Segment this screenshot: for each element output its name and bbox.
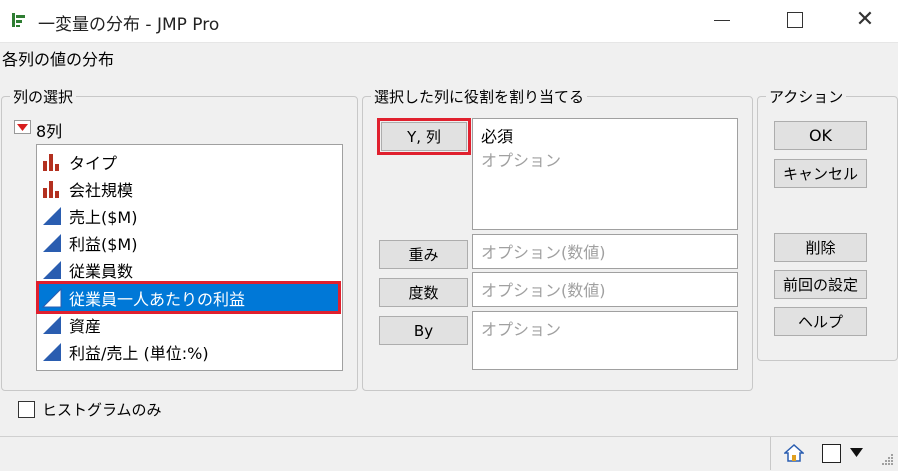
maximize-button[interactable] — [770, 0, 820, 40]
maximize-icon — [787, 12, 803, 28]
nominal-bar-icon — [43, 153, 59, 171]
frequency-dropzone[interactable]: オプション(数値) — [472, 272, 738, 307]
status-bar — [0, 436, 898, 471]
help-button[interactable]: ヘルプ — [774, 307, 867, 336]
close-button[interactable]: ✕ — [840, 0, 890, 40]
ok-button[interactable]: OK — [774, 121, 867, 150]
by-button[interactable]: By — [379, 316, 468, 345]
histogram-only-checkbox[interactable] — [18, 401, 35, 418]
y-column-button[interactable]: Y, 列 — [377, 118, 471, 155]
list-item-profit-per-employee[interactable]: 従業員一人あたりの利益 — [36, 281, 341, 314]
window-title: 一変量の分布 - JMP Pro — [38, 15, 220, 35]
list-item-label: 利益/売上 (単位:%) — [69, 343, 209, 363]
list-item-label: 資産 — [69, 316, 102, 336]
weight-dropzone[interactable]: オプション(数値) — [472, 234, 738, 269]
list-item-label: 会社規模 — [69, 180, 134, 200]
continuous-triangle-icon — [43, 233, 61, 252]
column-list[interactable]: タイプ 会社規模 売上($M) 利益($M) 従業員数 従業員一人あたりの利益 … — [36, 144, 343, 371]
status-divider — [770, 437, 771, 470]
distribution-app-icon — [12, 13, 25, 27]
column-select-legend: 列の選択 — [10, 86, 77, 107]
remove-button[interactable]: 削除 — [774, 233, 867, 262]
frequency-button[interactable]: 度数 — [379, 278, 468, 307]
recall-button[interactable]: 前回の設定 — [774, 270, 867, 299]
close-icon: ✕ — [855, 7, 875, 32]
list-item-label: 利益($M) — [69, 234, 138, 254]
weight-button[interactable]: 重み — [379, 240, 468, 269]
list-item-label: 従業員数 — [69, 261, 134, 281]
chevron-down-icon[interactable] — [850, 448, 863, 457]
home-icon[interactable] — [784, 444, 804, 462]
list-item-label: 従業員一人あたりの利益 — [69, 289, 246, 309]
minimize-button[interactable] — [697, 0, 747, 40]
list-item-assets[interactable]: 資産 — [39, 311, 338, 338]
list-item-type[interactable]: タイプ — [39, 148, 338, 175]
list-item-employees[interactable]: 従業員数 — [39, 256, 338, 283]
list-item-sales[interactable]: 売上($M) — [39, 202, 338, 229]
optional-label: オプション — [481, 151, 562, 170]
by-dropzone[interactable]: オプション — [472, 311, 738, 370]
role-assign-legend: 選択した列に役割を割り当てる — [371, 86, 588, 107]
column-menu-icon[interactable] — [14, 120, 31, 134]
continuous-triangle-icon — [43, 342, 61, 361]
list-item-label: 売上($M) — [69, 207, 138, 227]
required-label: 必須 — [481, 127, 514, 146]
actions-legend: アクション — [766, 86, 847, 107]
list-item-profit[interactable]: 利益($M) — [39, 229, 338, 256]
histogram-only-label: ヒストグラムのみ — [42, 401, 162, 419]
nominal-bar-icon — [43, 180, 59, 198]
dialog-subtitle: 各列の値の分布 — [2, 50, 115, 69]
minimize-icon — [714, 19, 730, 21]
list-item-profit-ratio[interactable]: 利益/売上 (単位:%) — [39, 338, 338, 365]
resize-grip-icon[interactable] — [880, 452, 894, 466]
continuous-triangle-icon — [43, 260, 61, 279]
continuous-triangle-icon — [41, 287, 62, 307]
window-list-icon[interactable] — [822, 444, 841, 463]
continuous-triangle-icon — [43, 315, 61, 334]
y-column-dropzone[interactable]: 必須 オプション — [472, 118, 738, 230]
cancel-button[interactable]: キャンセル — [774, 159, 867, 188]
continuous-triangle-icon — [43, 206, 61, 225]
list-item-label: タイプ — [69, 153, 118, 173]
list-item-company-size[interactable]: 会社規模 — [39, 175, 338, 202]
column-count-label: 8列 — [36, 122, 63, 141]
